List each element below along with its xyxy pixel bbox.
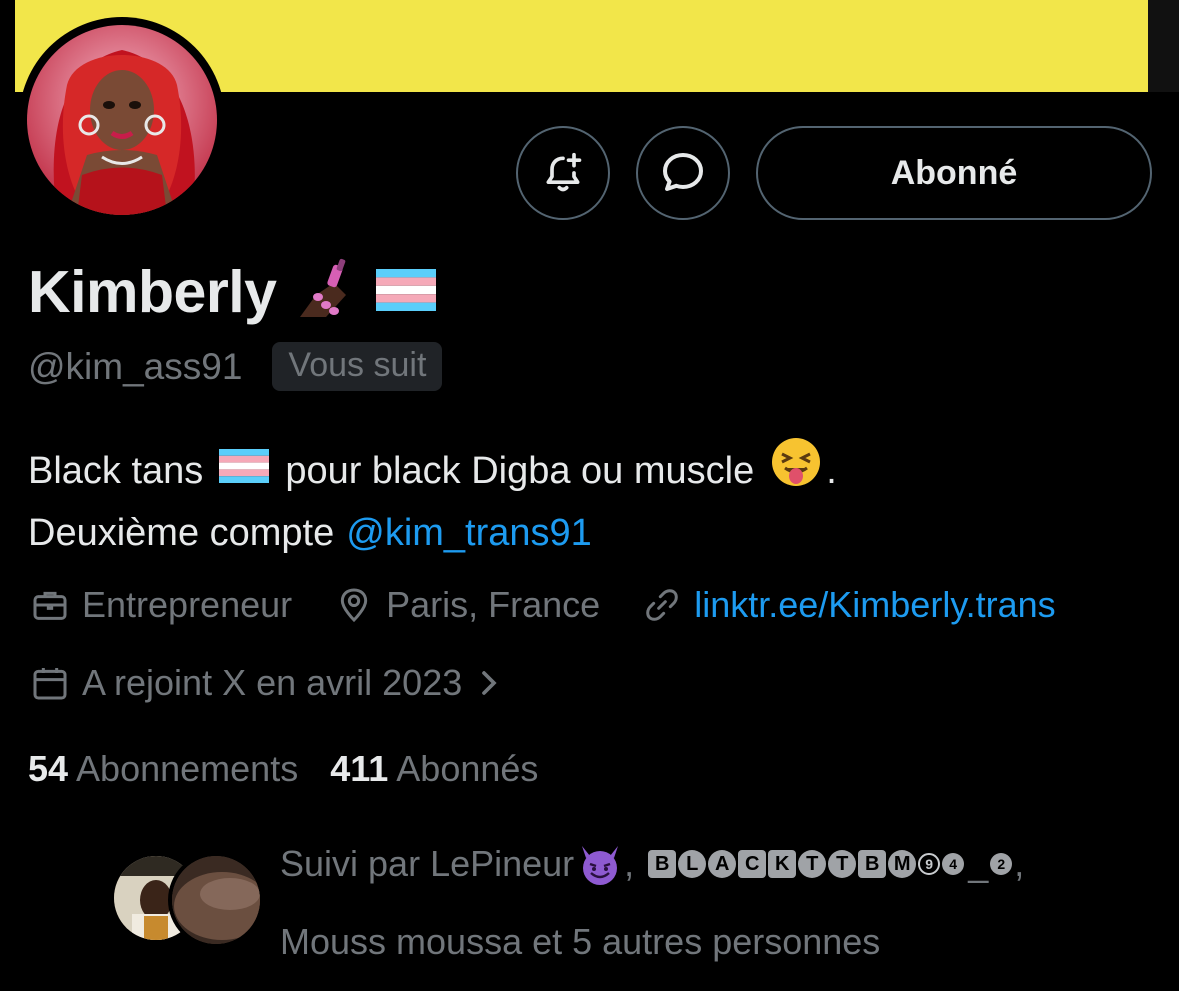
avatar (168, 852, 264, 948)
follower-name-glyph: 9 (918, 853, 941, 875)
bio-text: Deuxième compte (28, 512, 335, 554)
followed-by-separator: , (1014, 843, 1025, 884)
transgender-flag-emoji (376, 268, 437, 316)
bio-text: . (826, 450, 837, 492)
follower-name-glyph: B (858, 850, 887, 878)
followers-count: 411 (330, 748, 389, 789)
follower-name-glyph: B (648, 850, 677, 878)
profession-item: Entrepreneur (30, 584, 292, 626)
joined-label: A rejoint X en avril 2023 (82, 662, 463, 703)
followed-by-separator: , (624, 843, 635, 884)
followers-stat[interactable]: 411 Abonnés (330, 748, 538, 790)
follower-name-glyph: T (828, 850, 857, 878)
followed-by-line2: Mouss moussa et 5 autres personnes (280, 921, 881, 962)
location-label: Paris, France (386, 584, 601, 625)
website-link[interactable]: linktr.ee/Kimberly.trans (694, 584, 1055, 626)
display-name: Kimberly (28, 259, 277, 325)
follower-name-glyph: C (738, 850, 767, 878)
profile-name-row: Kimberly (28, 254, 437, 330)
message-bubble-icon (663, 153, 703, 191)
smiling-devil-emoji (576, 842, 624, 886)
following-count: 54 (28, 748, 69, 789)
follows-you-badge: Vous suit (272, 342, 443, 391)
follower-name-glyph: L (678, 850, 707, 878)
notifications-button[interactable] (516, 126, 610, 220)
following-stat[interactable]: 54 Abonnements (28, 748, 298, 790)
link-icon (646, 589, 678, 621)
profession-label: Entrepreneur (82, 584, 293, 625)
bio-mention-link[interactable]: @kim_trans91 (346, 502, 592, 564)
joined-row[interactable]: A rejoint X en avril 2023 (30, 662, 502, 704)
following-button[interactable]: Abonné (756, 126, 1152, 220)
handle-row: @kim_ass91 Vous suit (28, 342, 443, 391)
follower-name-glyph: K (768, 850, 797, 878)
location-item: Paris, France (334, 584, 600, 626)
chevron-right-icon (482, 671, 497, 695)
joined-item[interactable]: A rejoint X en avril 2023 (30, 662, 462, 704)
profile-avatar[interactable] (19, 17, 225, 223)
location-pin-icon (340, 588, 368, 623)
avatar-image (27, 25, 217, 215)
follower-name-glyph: 4 (942, 853, 965, 875)
profile-bio: Black tans pour black Digba ou muscle . … (28, 437, 1158, 564)
profile-handle: @kim_ass91 (28, 345, 243, 387)
following-label: Abonnements (76, 748, 299, 789)
follower-name-glyph: _ (968, 843, 989, 884)
bio-text: Black tans (28, 450, 204, 492)
squinting-tongue-emoji (770, 436, 822, 507)
mutual-followers-avatars[interactable] (110, 852, 264, 948)
briefcase-icon (33, 591, 67, 620)
profile-meta: Entrepreneur Paris, France linktr.ee/Kim… (30, 584, 1056, 626)
followed-by-text[interactable]: Suivi par LePineur , B L A C K T T B M 9… (280, 825, 1160, 981)
follower-name-glyph: M (888, 850, 917, 878)
website-item[interactable]: linktr.ee/Kimberly.trans (642, 584, 1056, 626)
bio-text: pour black Digba ou muscle (285, 450, 755, 492)
calendar-icon (33, 668, 67, 700)
nail-polish-emoji (294, 255, 364, 330)
follow-stats: 54 Abonnements 411 Abonnés (28, 748, 570, 790)
follower-name-glyph: A (708, 850, 737, 878)
follower-name-glyph: T (798, 850, 827, 878)
followers-label: Abonnés (396, 748, 539, 789)
followed-by-prefix: Suivi par LePineur (280, 843, 575, 884)
follower-name-glyph: 2 (990, 853, 1013, 875)
message-button[interactable] (636, 126, 730, 220)
bell-plus-icon (546, 152, 582, 192)
banner-edge (1148, 0, 1179, 92)
transgender-flag-emoji (219, 440, 270, 502)
